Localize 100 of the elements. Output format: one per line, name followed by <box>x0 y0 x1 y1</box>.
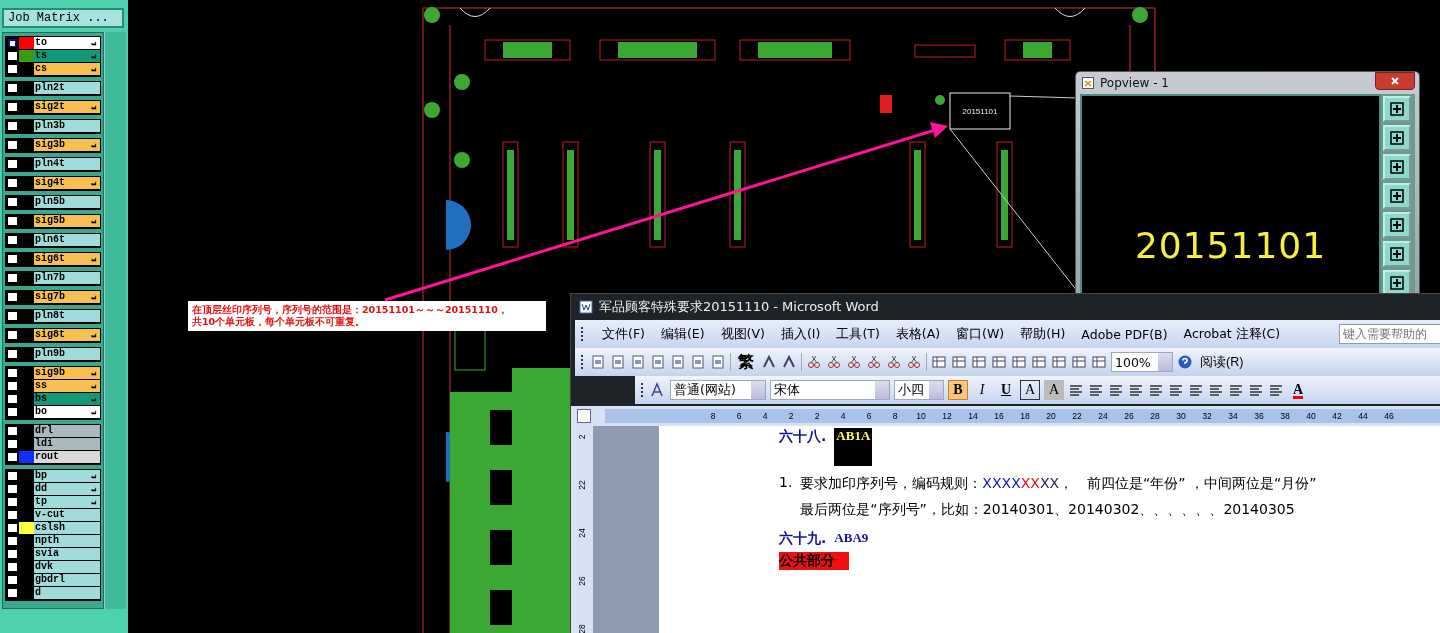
layer-checkbox[interactable] <box>6 509 19 521</box>
layer-name[interactable]: ss <box>34 380 100 392</box>
layer-name[interactable]: bs <box>34 393 100 405</box>
style-dropdown[interactable]: 普通(网站) <box>670 380 766 400</box>
layer-checkbox[interactable] <box>6 120 19 132</box>
layer-name[interactable]: pln8t <box>34 310 100 322</box>
layer-checkbox[interactable] <box>6 367 19 379</box>
layer-name[interactable]: sig8t <box>34 329 100 341</box>
layer-name[interactable]: pln5b <box>34 196 100 208</box>
layer-name[interactable]: v-cut <box>34 509 100 521</box>
layer-name[interactable]: pln2t <box>34 82 100 94</box>
layer-name[interactable]: drl <box>34 425 100 437</box>
menu-item[interactable]: 文件(F) <box>602 325 645 343</box>
menu-item[interactable]: 视图(V) <box>720 325 765 343</box>
layer-name[interactable]: dvk <box>34 561 100 573</box>
layer-checkbox[interactable] <box>6 561 19 573</box>
layer-name[interactable]: to <box>34 37 100 49</box>
layer-name[interactable]: rout <box>34 451 100 463</box>
layer-checkbox[interactable] <box>6 50 19 62</box>
layer-name[interactable]: pln9b <box>34 348 100 360</box>
menu-item[interactable]: 帮助(H) <box>1020 325 1066 343</box>
menu-item[interactable]: 表格(A) <box>895 325 941 343</box>
view-tool-button[interactable] <box>1383 183 1411 209</box>
font-color-button[interactable]: A <box>1288 380 1308 400</box>
layer-name[interactable]: sig2t <box>34 101 100 113</box>
close-button[interactable] <box>1375 72 1415 90</box>
layer-checkbox[interactable] <box>6 272 19 284</box>
italic-button[interactable]: I <box>972 380 992 400</box>
layer-checkbox[interactable] <box>6 535 19 547</box>
view-tool-button[interactable] <box>1383 270 1411 296</box>
layer-checkbox[interactable] <box>6 425 19 437</box>
layer-checkbox[interactable] <box>6 587 19 599</box>
layer-checkbox[interactable] <box>6 177 19 189</box>
layer-checkbox[interactable] <box>6 234 19 246</box>
layer-checkbox[interactable] <box>6 310 19 322</box>
layer-checkbox[interactable] <box>6 393 19 405</box>
layer-checkbox[interactable] <box>6 438 19 450</box>
menu-item[interactable]: 编辑(E) <box>660 325 705 343</box>
layer-checkbox[interactable] <box>6 348 19 360</box>
layer-name[interactable]: dd <box>34 483 100 495</box>
layer-checkbox[interactable] <box>6 483 19 495</box>
menu-item[interactable]: 工具(T) <box>836 325 880 343</box>
help-search-field[interactable]: 键入需要帮助的 <box>1339 324 1440 344</box>
layer-name[interactable]: svia <box>34 548 100 560</box>
new-document-icon[interactable] <box>590 354 606 370</box>
table-icon[interactable] <box>971 354 987 370</box>
view-tool-button[interactable] <box>1383 125 1411 151</box>
layer-name[interactable]: bp <box>34 470 100 482</box>
menu-item[interactable]: Adobe PDF(B) <box>1081 326 1168 342</box>
styles-icon[interactable] <box>650 382 666 398</box>
view-tool-button[interactable] <box>1383 212 1411 238</box>
zoom-dropdown[interactable]: 100% <box>1111 352 1173 372</box>
layer-name[interactable]: sig9b <box>34 367 100 379</box>
layer-checkbox[interactable] <box>6 82 19 94</box>
layer-checkbox[interactable] <box>6 470 19 482</box>
shading-button[interactable]: A <box>1044 380 1064 400</box>
layer-name[interactable]: tp <box>34 496 100 508</box>
layer-name[interactable]: sig7b <box>34 291 100 303</box>
layer-checkbox[interactable] <box>6 406 19 418</box>
layer-name[interactable]: pln3b <box>34 120 100 132</box>
menu-item[interactable]: Acrobat 注释(C) <box>1183 325 1281 343</box>
layer-checkbox[interactable] <box>6 548 19 560</box>
bold-button[interactable]: B <box>948 380 968 400</box>
layer-checkbox[interactable] <box>6 380 19 392</box>
align-left-icon[interactable] <box>1088 382 1104 398</box>
layer-checkbox[interactable] <box>6 496 19 508</box>
layer-checkbox[interactable] <box>6 101 19 113</box>
tab-selector[interactable] <box>577 409 591 423</box>
layer-checkbox[interactable] <box>6 291 19 303</box>
layer-checkbox[interactable] <box>6 215 19 227</box>
layer-checkbox[interactable] <box>6 522 19 534</box>
layer-name[interactable]: pln4t <box>34 158 100 170</box>
layer-checkbox[interactable] <box>6 574 19 586</box>
help-icon[interactable] <box>1177 354 1193 370</box>
layer-name[interactable]: cslsh <box>34 522 100 534</box>
view-tool-button[interactable] <box>1383 154 1411 180</box>
menu-item[interactable]: 窗口(W) <box>956 325 1005 343</box>
layer-name[interactable]: cs <box>34 63 100 75</box>
layer-checkbox[interactable] <box>6 63 19 75</box>
layer-checkbox[interactable] <box>6 329 19 341</box>
font-dropdown[interactable]: 宋体 <box>770 380 890 400</box>
layer-checkbox[interactable] <box>6 253 19 265</box>
layer-name[interactable]: d <box>34 587 100 599</box>
layer-name[interactable]: sig6t <box>34 253 100 265</box>
read-button[interactable]: 阅读(R) <box>1197 353 1247 371</box>
layer-name[interactable]: bo <box>34 406 100 418</box>
layer-checkbox[interactable] <box>6 158 19 170</box>
border-button[interactable]: A <box>1020 380 1040 400</box>
menu-item[interactable]: 插入(I) <box>780 325 821 343</box>
layer-name[interactable]: gbdrl <box>34 574 100 586</box>
layer-checkbox[interactable] <box>6 196 19 208</box>
layer-checkbox[interactable] <box>6 451 19 463</box>
cut-icon[interactable] <box>806 354 822 370</box>
layer-name[interactable]: sig3b <box>34 139 100 151</box>
layer-name[interactable]: ts <box>34 50 100 62</box>
view-tool-button[interactable] <box>1383 241 1411 267</box>
layer-checkbox[interactable] <box>6 139 19 151</box>
font-size-dropdown[interactable]: 小四 <box>894 380 944 400</box>
layer-checkbox[interactable] <box>6 37 19 49</box>
job-matrix-button[interactable]: Job Matrix ... <box>2 8 124 28</box>
